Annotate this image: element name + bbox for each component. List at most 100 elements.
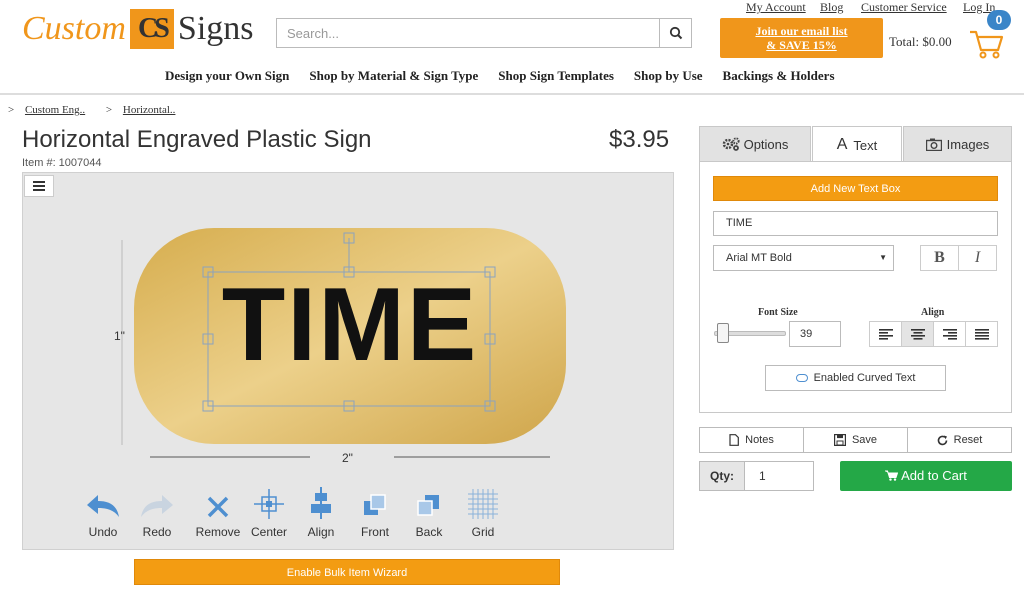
main-nav: Design your Own Sign Shop by Material & … — [165, 68, 855, 84]
curved-text-button[interactable]: Enabled Curved Text — [765, 365, 946, 391]
header-divider — [0, 93, 1024, 95]
add-text-box-button[interactable]: Add New Text Box — [713, 176, 998, 201]
save-button[interactable]: Save — [803, 427, 908, 453]
hamburger-icon — [33, 181, 45, 191]
reset-label: Reset — [953, 434, 983, 446]
align-center-button[interactable] — [901, 321, 934, 347]
center-icon — [254, 489, 284, 519]
reset-button[interactable]: Reset — [907, 427, 1012, 453]
canvas-menu-button[interactable] — [24, 175, 54, 197]
align-label: Align — [921, 307, 945, 318]
search-button[interactable] — [659, 19, 691, 47]
align-justify-button[interactable] — [965, 321, 998, 347]
tab-options[interactable]: Options — [699, 126, 811, 162]
logo-word-custom: Custom — [22, 10, 126, 47]
bold-button[interactable]: B — [920, 245, 959, 271]
breadcrumb-item-horizontal[interactable]: Horizontal.. — [123, 104, 176, 116]
search-icon — [669, 26, 682, 40]
camera-icon — [925, 138, 942, 151]
remove-icon — [207, 496, 229, 518]
breadcrumb-item-custom[interactable]: Custom Eng.. — [25, 104, 85, 116]
link-my-account[interactable]: My Account — [746, 0, 806, 15]
redo-button[interactable]: Redo — [132, 483, 182, 539]
join-email-button[interactable]: Join our email list & SAVE 15% — [720, 18, 883, 58]
remove-button[interactable]: Remove — [193, 483, 243, 539]
front-label: Front — [360, 525, 389, 539]
link-blog[interactable]: Blog — [820, 0, 843, 15]
grid-icon — [468, 489, 498, 519]
undo-button[interactable]: Undo — [78, 483, 128, 539]
cart-icon — [885, 470, 899, 481]
nav-shop-by-use[interactable]: Shop by Use — [634, 68, 703, 84]
front-button[interactable]: Front — [350, 483, 400, 539]
width-dimension-label: 2" — [342, 451, 353, 465]
font-size-label: Font Size — [758, 307, 798, 318]
tab-images[interactable]: Images — [903, 126, 1012, 162]
product-price: $3.95 — [609, 126, 670, 153]
center-button[interactable]: Center — [244, 483, 294, 539]
add-to-cart-button[interactable]: Add to Cart — [840, 461, 1012, 491]
bring-front-icon — [364, 494, 386, 515]
align-right-icon — [942, 328, 957, 340]
align-button[interactable]: Align — [296, 483, 346, 539]
bulk-wizard-button[interactable]: Enable Bulk Item Wizard — [134, 559, 560, 585]
redo-icon — [141, 495, 173, 517]
notes-label: Notes — [745, 434, 774, 446]
shopping-cart-icon[interactable] — [968, 26, 1004, 60]
undo-icon — [87, 495, 119, 517]
site-logo[interactable]: Custom CS Signs — [22, 8, 254, 50]
align-left-icon — [878, 328, 893, 340]
redo-label: Redo — [142, 525, 172, 539]
align-right-button[interactable] — [933, 321, 966, 347]
notes-button[interactable]: Notes — [699, 427, 804, 453]
align-justify-icon — [974, 328, 989, 340]
curved-text-label: Enabled Curved Text — [813, 372, 916, 384]
italic-button[interactable]: I — [958, 245, 997, 271]
undo-label: Undo — [88, 525, 118, 539]
refresh-icon — [937, 435, 947, 445]
nav-design-own-sign[interactable]: Design your Own Sign — [165, 68, 289, 84]
send-back-icon — [417, 495, 439, 516]
quantity-input[interactable]: 1 — [745, 461, 814, 491]
join-line2: & SAVE 15% — [766, 38, 837, 52]
nav-shop-templates[interactable]: Shop Sign Templates — [498, 68, 614, 84]
remove-label: Remove — [195, 525, 241, 539]
font-select-value: Arial MT Bold — [726, 252, 792, 264]
back-button[interactable]: Back — [404, 483, 454, 539]
floppy-disk-icon — [833, 434, 846, 446]
search-input[interactable] — [277, 19, 659, 47]
font-select[interactable]: Arial MT Bold ▼ — [713, 245, 894, 271]
back-label: Back — [415, 525, 443, 539]
tab-images-label: Images — [946, 136, 990, 152]
save-label: Save — [851, 434, 878, 446]
font-size-slider-handle[interactable] — [717, 323, 729, 343]
cart-count-badge: 0 — [987, 10, 1011, 30]
logo-mark: CS — [129, 9, 174, 49]
item-number: Item #: 1007044 — [22, 157, 102, 169]
breadcrumb: > Custom Eng.. > Horizontal.. — [8, 104, 176, 116]
caret-down-icon: ▼ — [879, 253, 887, 262]
align-left-button[interactable] — [869, 321, 902, 347]
tab-text[interactable]: A Text — [812, 126, 902, 163]
gears-icon — [722, 137, 740, 151]
grid-label: Grid — [471, 525, 495, 539]
nav-backings-holders[interactable]: Backings & Holders — [723, 68, 835, 84]
align-icon — [311, 487, 331, 519]
cart-total: Total: $0.00 — [889, 34, 952, 49]
page-title: Horizontal Engraved Plastic Sign — [22, 126, 372, 153]
tab-text-label: Text — [853, 137, 878, 153]
grid-button[interactable]: Grid — [458, 483, 508, 539]
align-label: Align — [307, 525, 335, 539]
text-a-icon: A — [836, 136, 848, 153]
curve-icon — [795, 374, 808, 383]
document-icon — [729, 434, 740, 446]
join-line1: Join our email list — [755, 24, 848, 38]
text-content-field[interactable]: TIME — [713, 211, 998, 236]
link-customer-service[interactable]: Customer Service — [861, 0, 947, 15]
sign-text[interactable]: TIME — [120, 270, 580, 380]
align-center-icon — [910, 328, 925, 340]
nav-shop-material[interactable]: Shop by Material & Sign Type — [309, 68, 478, 84]
add-to-cart-label: Add to Cart — [901, 468, 967, 483]
center-label: Center — [250, 525, 288, 539]
font-size-input[interactable]: 39 — [789, 321, 841, 347]
